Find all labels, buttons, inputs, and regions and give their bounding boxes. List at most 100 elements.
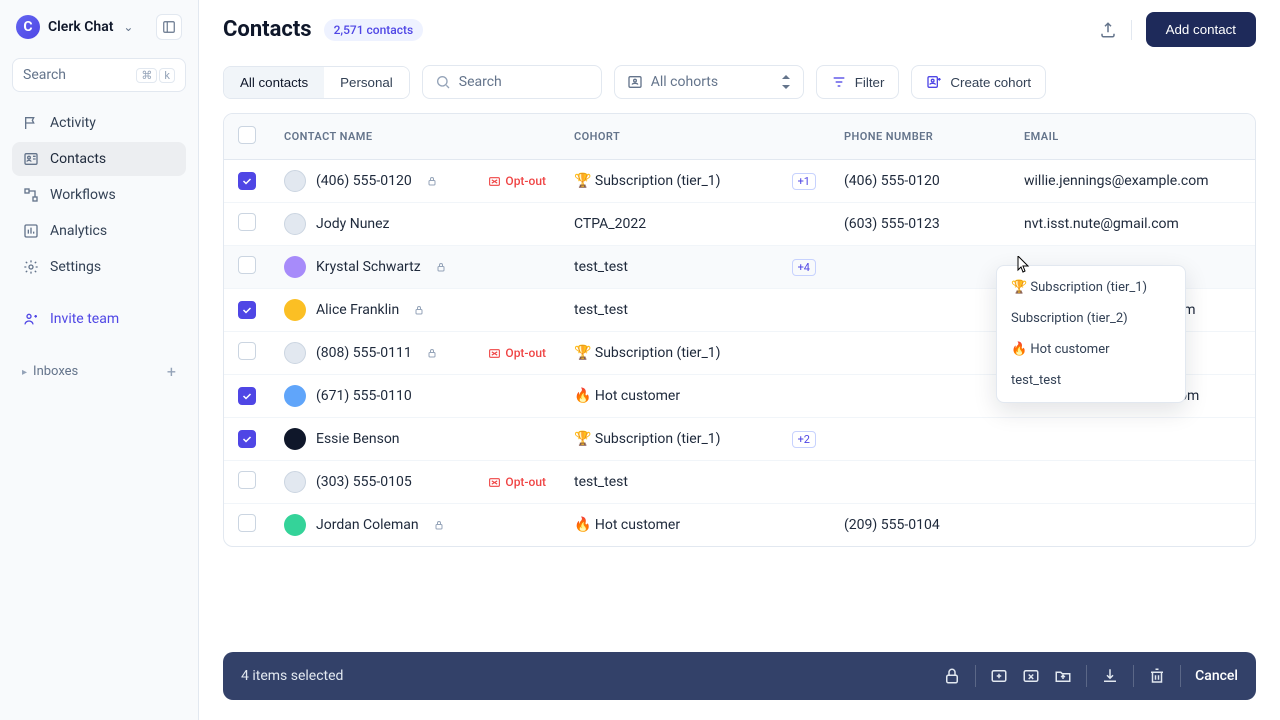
select-arrows-icon (781, 75, 791, 89)
row-checkbox[interactable] (238, 256, 256, 274)
row-checkbox[interactable] (238, 213, 256, 231)
nav-contacts[interactable]: Contacts (12, 142, 186, 176)
row-checkbox[interactable] (238, 301, 256, 319)
more-cohorts-badge[interactable]: +2 (792, 431, 816, 448)
cancel-selection-button[interactable]: Cancel (1195, 668, 1238, 684)
avatar (284, 514, 306, 536)
popover-item[interactable]: test_test (997, 365, 1185, 396)
download-selected-button[interactable] (1101, 667, 1119, 685)
inboxes-toggle[interactable]: ▸ Inboxes + (12, 354, 186, 389)
page-title: Contacts (223, 17, 312, 42)
cohort-label: test_test (574, 302, 628, 318)
contact-name: (303) 555-0105 (316, 474, 412, 490)
contact-name: Jordan Coleman (316, 517, 419, 533)
row-checkbox[interactable] (238, 514, 256, 532)
email-value: nvt.isst.nute@gmail.com (1024, 216, 1179, 232)
table-row[interactable]: Jordan Coleman🔥 Hot customer(209) 555-01… (224, 504, 1255, 547)
contacts-count-pill: 2,571 contacts (324, 19, 424, 41)
more-cohorts-badge[interactable]: +1 (792, 173, 816, 190)
nav-item-label: Activity (50, 115, 96, 131)
contact-name: Alice Franklin (316, 302, 399, 318)
popover-item[interactable]: Subscription (tier_2) (997, 303, 1185, 334)
cohort-label: 🏆 Subscription (tier_1) (574, 345, 721, 361)
cohort-label: 🏆 Subscription (tier_1) (574, 173, 721, 189)
collapse-sidebar-button[interactable] (156, 14, 182, 40)
column-header-email[interactable]: EMAIL (1010, 114, 1255, 160)
opt-out-badge: Opt-out (488, 346, 546, 360)
lock-icon (433, 519, 445, 531)
table-row[interactable]: (406) 555-0120Opt-out🏆 Subscription (tie… (224, 160, 1255, 203)
phone-value: (603) 555-0123 (844, 216, 940, 232)
column-header-cohort[interactable]: COHORT (560, 114, 830, 160)
cohort-popover: 🏆 Subscription (tier_1)Subscription (tie… (996, 265, 1186, 403)
brand-logo-icon: C (16, 15, 40, 39)
filter-label: Filter (855, 75, 885, 90)
lock-icon (426, 175, 438, 187)
cohort-label: 🔥 Hot customer (574, 517, 680, 533)
add-inbox-button[interactable]: + (167, 362, 176, 381)
avatar (284, 428, 306, 450)
remove-from-cohort-button[interactable] (1022, 667, 1040, 685)
triangle-right-icon: ▸ (22, 367, 27, 378)
popover-item[interactable]: 🔥 Hot customer (997, 334, 1185, 365)
nav-analytics[interactable]: Analytics (12, 214, 186, 248)
avatar (284, 471, 306, 493)
analytics-icon (22, 222, 40, 240)
workflows-icon (22, 186, 40, 204)
cohort-label: 🏆 Subscription (tier_1) (574, 431, 721, 447)
create-cohort-icon (926, 74, 942, 90)
lock-icon (426, 347, 438, 359)
avatar (284, 342, 306, 364)
contacts-search-input[interactable]: Search (422, 65, 602, 99)
contacts-tab-group: All contacts Personal (223, 66, 410, 99)
row-checkbox[interactable] (238, 471, 256, 489)
table-row[interactable]: (303) 555-0105Opt-outtest_test (224, 461, 1255, 504)
filter-button[interactable]: Filter (816, 65, 900, 99)
table-row[interactable]: Essie Benson🏆 Subscription (tier_1)+2 (224, 418, 1255, 461)
avatar (284, 256, 306, 278)
flag-icon (22, 114, 40, 132)
select-all-checkbox[interactable] (238, 126, 256, 144)
main-content: Contacts 2,571 contacts Add contact All … (199, 0, 1280, 720)
avatar (284, 213, 306, 235)
avatar (284, 385, 306, 407)
row-checkbox[interactable] (238, 387, 256, 405)
invite-label: Invite team (50, 311, 119, 327)
nav-item-label: Contacts (50, 151, 106, 167)
lock-selected-button[interactable] (943, 667, 961, 685)
add-to-cohort-button[interactable] (990, 667, 1008, 685)
export-button[interactable] (1099, 21, 1117, 39)
cohort-select-value: All cohorts (651, 74, 718, 90)
popover-item[interactable]: 🏆 Subscription (tier_1) (997, 272, 1185, 303)
opt-out-badge: Opt-out (488, 475, 546, 489)
more-cohorts-badge[interactable]: +4 (792, 259, 816, 276)
workspace-switcher[interactable]: C Clerk Chat ⌄ (16, 15, 133, 39)
column-header-name[interactable]: CONTACT NAME (270, 114, 560, 160)
column-header-phone[interactable]: PHONE NUMBER (830, 114, 1010, 160)
row-checkbox[interactable] (238, 430, 256, 448)
contact-name: (671) 555-0110 (316, 388, 412, 404)
user-plus-icon (22, 310, 40, 328)
search-icon (435, 74, 451, 90)
filter-icon (831, 74, 847, 90)
add-contact-button[interactable]: Add contact (1146, 12, 1256, 47)
nav-settings[interactable]: Settings (12, 250, 186, 284)
row-checkbox[interactable] (238, 342, 256, 360)
tab-personal[interactable]: Personal (324, 67, 409, 98)
nav-item-label: Workflows (50, 187, 116, 203)
nav-workflows[interactable]: Workflows (12, 178, 186, 212)
sidebar-search-input[interactable]: Search ⌘k (12, 58, 186, 92)
nav-item-label: Analytics (50, 223, 107, 239)
cohort-select[interactable]: All cohorts (614, 65, 804, 99)
nav-activity[interactable]: Activity (12, 106, 186, 140)
contact-name: Krystal Schwartz (316, 259, 421, 275)
move-to-folder-button[interactable] (1054, 667, 1072, 685)
create-cohort-button[interactable]: Create cohort (911, 65, 1046, 99)
delete-selected-button[interactable] (1148, 667, 1166, 685)
tab-all-contacts[interactable]: All contacts (224, 67, 324, 98)
row-checkbox[interactable] (238, 172, 256, 190)
email-value: willie.jennings@example.com (1024, 173, 1209, 189)
table-row[interactable]: Jody NunezCTPA_2022(603) 555-0123nvt.iss… (224, 203, 1255, 246)
invite-team-button[interactable]: Invite team (12, 302, 186, 336)
inboxes-label: Inboxes (33, 364, 78, 379)
